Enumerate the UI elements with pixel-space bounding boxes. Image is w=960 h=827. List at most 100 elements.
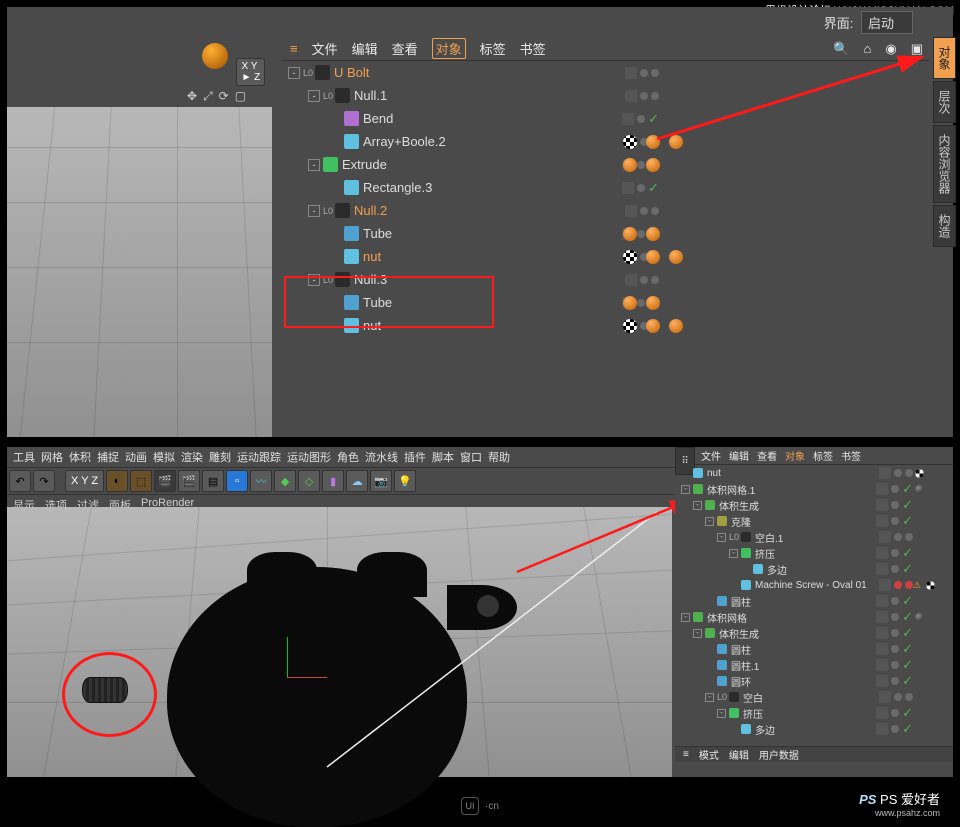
generator-button[interactable]: ◆ xyxy=(274,470,296,492)
render-settings-button[interactable]: 🎬 xyxy=(178,470,200,492)
om-hamburger-icon[interactable]: ≡ xyxy=(290,41,298,56)
attr-edit[interactable]: 编辑 xyxy=(729,747,749,762)
expand-toggle[interactable]: - xyxy=(717,709,726,718)
menu-item[interactable]: 插件 xyxy=(404,449,426,465)
om2-edit[interactable]: 编辑 xyxy=(729,448,749,463)
material-tag[interactable] xyxy=(623,319,637,333)
om2-tags[interactable]: 标签 xyxy=(813,448,833,463)
xyz-button[interactable]: X Y► Z xyxy=(236,58,265,86)
light-button[interactable]: 💡 xyxy=(394,470,416,492)
menu-item[interactable]: 网格 xyxy=(41,449,63,465)
expand-toggle[interactable]: - xyxy=(681,485,690,494)
tree-row[interactable]: -体积网格.1✓ xyxy=(675,481,953,497)
menu-item[interactable]: 窗口 xyxy=(460,449,482,465)
material-tag[interactable] xyxy=(623,135,637,149)
material-tag[interactable] xyxy=(623,250,637,264)
deformer-button[interactable]: ▮ xyxy=(322,470,344,492)
tree-row[interactable]: -L0空白.1 xyxy=(675,529,953,545)
tool-b[interactable]: ⬚ xyxy=(130,470,152,492)
tree-row[interactable]: 圆柱✓ xyxy=(675,641,953,657)
attr-mode[interactable]: 模式 xyxy=(699,747,719,762)
menu-item[interactable]: 流水线 xyxy=(365,449,398,465)
menu-item[interactable]: 运动图形 xyxy=(287,449,331,465)
side-tab-browser[interactable]: 内容浏览器 xyxy=(933,125,956,203)
om2-view[interactable]: 查看 xyxy=(757,448,777,463)
tree-row[interactable]: -Extrude✓ xyxy=(282,153,929,176)
axis-gizmo[interactable]: X Y► Z xyxy=(202,43,265,86)
home-icon[interactable]: ⌂ xyxy=(864,41,872,56)
menu-item[interactable]: 体积 xyxy=(69,449,91,465)
material-tag[interactable] xyxy=(915,613,924,622)
menu-item[interactable]: 模拟 xyxy=(153,449,175,465)
material-tag[interactable] xyxy=(669,135,683,149)
frame-icon[interactable]: ▢ xyxy=(235,89,246,104)
menu-object[interactable]: 对象 xyxy=(432,38,466,59)
material-tag[interactable] xyxy=(646,135,660,149)
material-tag[interactable] xyxy=(669,319,683,333)
menu-item[interactable]: 捕捉 xyxy=(97,449,119,465)
material-tag[interactable] xyxy=(646,227,660,241)
expand-toggle[interactable]: - xyxy=(729,549,738,558)
picture-viewer-button[interactable]: ▤ xyxy=(202,470,224,492)
menu-item[interactable]: 运动跟踪 xyxy=(237,449,281,465)
expand-toggle[interactable]: - xyxy=(308,90,320,102)
interface-dropdown[interactable]: 启动 xyxy=(861,11,913,34)
expand-toggle[interactable]: - xyxy=(705,693,714,702)
material-tag[interactable] xyxy=(915,485,924,494)
menu-tags[interactable]: 标签 xyxy=(480,39,506,58)
material-tag[interactable] xyxy=(646,250,660,264)
expand-toggle[interactable]: - xyxy=(308,205,320,217)
menu-bookmarks[interactable]: 书签 xyxy=(520,39,546,58)
tree-row[interactable]: -L0U Bolt xyxy=(282,61,929,84)
material-tag[interactable] xyxy=(623,296,637,310)
tree-row[interactable]: 圆柱✓ xyxy=(675,593,953,609)
cube-button[interactable]: ▫ xyxy=(226,470,248,492)
menu-view[interactable]: 查看 xyxy=(392,39,418,58)
expand-toggle[interactable]: - xyxy=(693,629,702,638)
tree-row[interactable]: -挤压✓ xyxy=(675,545,953,561)
material-tag[interactable] xyxy=(646,158,660,172)
tree-row[interactable]: -L0Null.2 xyxy=(282,199,929,222)
material-tag[interactable] xyxy=(926,581,935,590)
material-tag[interactable] xyxy=(646,296,660,310)
undo-button[interactable]: ↶ xyxy=(9,470,31,492)
render-button[interactable]: 🎬 xyxy=(154,470,176,492)
tree-row[interactable]: Tube✓ xyxy=(282,222,929,245)
tree-row[interactable]: Bend✓ xyxy=(282,107,929,130)
tree-row[interactable]: Rectangle.3✓ xyxy=(282,176,929,199)
expand-toggle[interactable]: - xyxy=(308,159,320,171)
tree-row[interactable]: 圆柱.1✓ xyxy=(675,657,953,673)
pan-icon[interactable]: ✥ xyxy=(187,89,197,104)
tree-row[interactable]: -体积生成✓ xyxy=(675,497,953,513)
orbit-icon[interactable]: ⟳ xyxy=(219,89,229,104)
menu-item[interactable]: 脚本 xyxy=(432,449,454,465)
redo-button[interactable]: ↷ xyxy=(33,470,55,492)
side-tab-structure[interactable]: 构造 xyxy=(933,205,956,247)
om2-object[interactable]: 对象 xyxy=(785,448,805,463)
attr-hamburger-icon[interactable]: ≡ xyxy=(683,749,689,760)
object-tree-bottom[interactable]: nut-体积网格.1✓-体积生成✓-克隆✓-L0空白.1-挤压✓多边✓Machi… xyxy=(675,465,953,737)
material-tag[interactable] xyxy=(915,469,924,478)
menu-item[interactable]: 雕刻 xyxy=(209,449,231,465)
tree-row[interactable]: 多边✓ xyxy=(675,721,953,737)
tree-row[interactable]: 多边✓ xyxy=(675,561,953,577)
material-tag[interactable] xyxy=(646,319,660,333)
menu-item[interactable]: 帮助 xyxy=(488,449,510,465)
tree-row[interactable]: nut xyxy=(675,465,953,481)
material-tag[interactable] xyxy=(669,250,683,264)
xyz-toggle[interactable]: X Y Z xyxy=(65,470,104,492)
spline-button[interactable]: 〰 xyxy=(250,470,272,492)
generator2-button[interactable]: ◇ xyxy=(298,470,320,492)
tree-row[interactable]: nut xyxy=(282,245,929,268)
tree-row[interactable]: -L0空白 xyxy=(675,689,953,705)
zoom-icon[interactable]: ⤢ xyxy=(203,89,213,104)
material-tag[interactable] xyxy=(623,227,637,241)
side-tab-layers[interactable]: 层次 xyxy=(933,81,956,123)
expand-toggle[interactable]: - xyxy=(717,533,726,542)
attr-userdata[interactable]: 用户数据 xyxy=(759,747,799,762)
tree-row[interactable]: -克隆✓ xyxy=(675,513,953,529)
menu-file[interactable]: 文件 xyxy=(312,39,338,58)
tool-a[interactable]: ◐ xyxy=(106,470,128,492)
expand-toggle[interactable]: - xyxy=(288,67,300,79)
expand-toggle[interactable]: - xyxy=(705,517,714,526)
